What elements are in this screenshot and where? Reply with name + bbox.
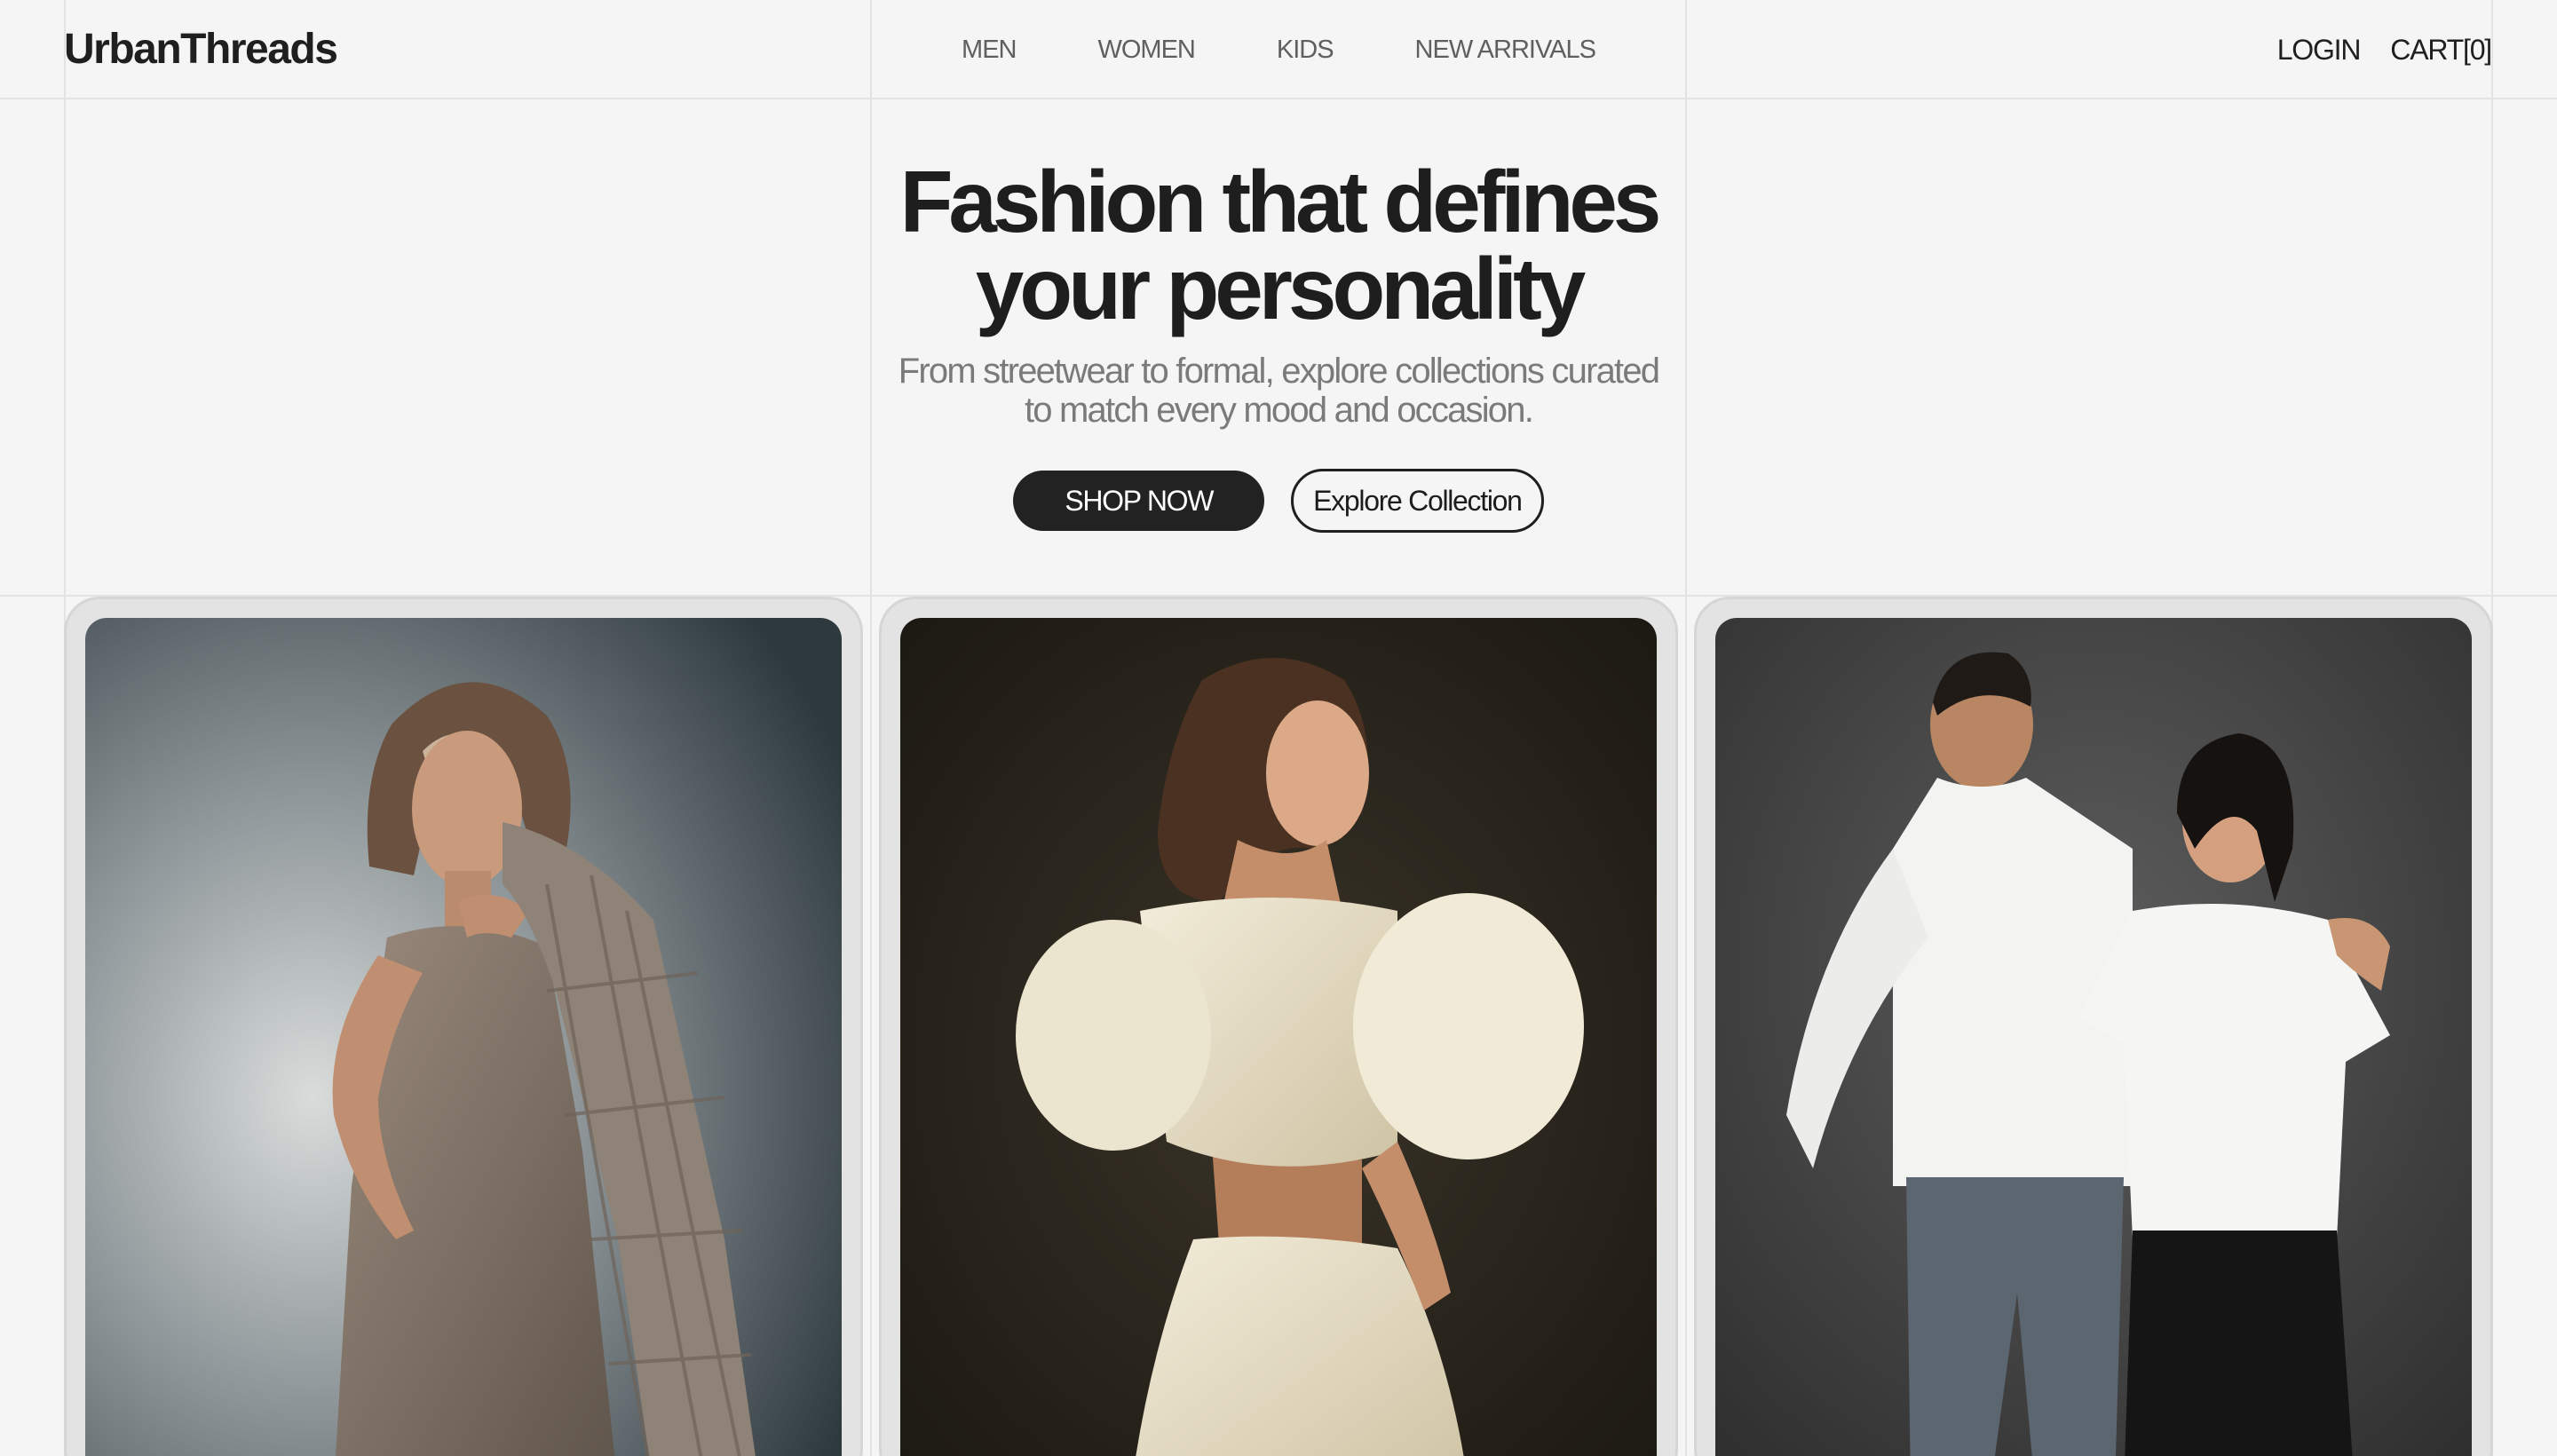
card-photo-couple-white-tops[interactable]	[1715, 618, 2472, 1456]
hero-subtitle: From streetwear to formal, explore colle…	[888, 352, 1669, 430]
collection-card[interactable]	[879, 597, 1678, 1456]
shop-now-button[interactable]: SHOP NOW	[1013, 471, 1265, 531]
collection-card[interactable]	[1694, 597, 2493, 1456]
site-header: UrbanThreads MEN WOMEN KIDS NEW ARRIVALS…	[0, 0, 2557, 99]
hero-title: Fashion that defines your personality	[872, 158, 1685, 332]
nav-item-men[interactable]: MEN	[962, 27, 1017, 73]
card-photo-woman-blazer[interactable]	[85, 618, 842, 1456]
card-photo-woman-white-dress[interactable]	[900, 618, 1657, 1456]
collection-card[interactable]	[64, 597, 863, 1456]
account-links: LOGIN CART[0]	[2277, 27, 2493, 73]
login-link[interactable]: LOGIN	[2277, 27, 2362, 73]
hero-title-line: your personality	[975, 240, 1586, 337]
cart-link[interactable]: CART[0]	[2390, 27, 2492, 73]
hero-section: Fashion that defines your personality Fr…	[872, 99, 1685, 597]
grid-line	[1685, 0, 1687, 1456]
cta-row: SHOP NOW Explore Collection	[872, 469, 1685, 533]
photo-woman-blazer	[85, 618, 842, 1456]
landing-page: UrbanThreads MEN WOMEN KIDS NEW ARRIVALS…	[0, 0, 2557, 1456]
explore-collection-button[interactable]: Explore Collection	[1291, 469, 1544, 533]
hero-title-line: Fashion that defines	[899, 153, 1662, 250]
hero-subtitle-line: to match every mood and occasion.	[1024, 391, 1534, 430]
nav-item-women[interactable]: WOMEN	[1097, 27, 1195, 73]
main-nav: MEN WOMEN KIDS NEW ARRIVALS	[872, 27, 1685, 73]
hero-subtitle-line: From streetwear to formal, explore colle…	[898, 352, 1660, 391]
photo-couple-white-tops	[1715, 618, 2472, 1456]
nav-item-kids[interactable]: KIDS	[1277, 27, 1334, 73]
photo-woman-white-dress	[900, 618, 1657, 1456]
nav-item-new-arrivals[interactable]: NEW ARRIVALS	[1415, 27, 1596, 73]
brand-logo[interactable]: UrbanThreads	[64, 21, 338, 78]
